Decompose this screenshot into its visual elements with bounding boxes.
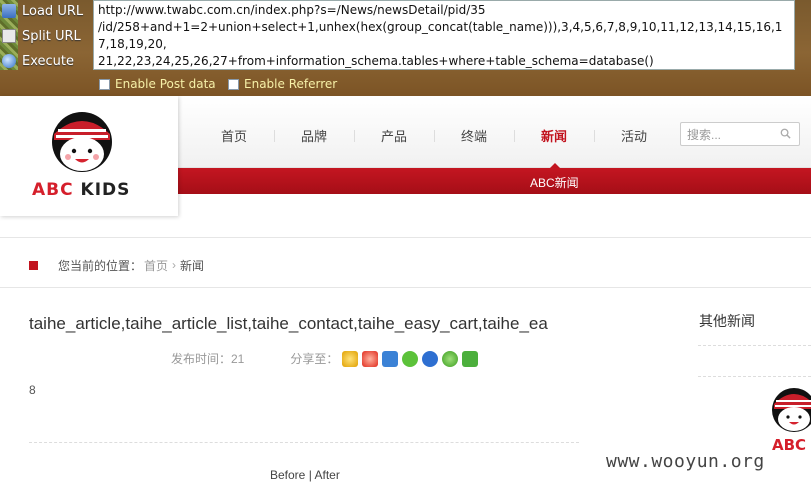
breadcrumb-home-link[interactable]: 首页 [144,257,168,274]
split-url-button[interactable]: Split URL [0,25,92,47]
breadcrumb-marker-icon [29,260,38,270]
checkbox-box [99,78,110,90]
sidebar-mascot-icon: ABC [772,388,811,454]
weibo-share-icon[interactable] [362,350,379,367]
wechat-share-icon[interactable] [402,350,419,367]
sidebar-title: 其他新闻 [699,313,755,329]
search-input[interactable]: 搜索... [680,122,800,146]
breadcrumb-current: 新闻 [180,258,205,273]
hackbar-toolbar: Load URL Split URL Execute http://www.tw… [0,0,811,96]
enable-post-label: Enable Post data [115,77,216,91]
load-url-label: Load URL [22,3,84,19]
nav-separator [354,130,355,142]
logo-wordmark: ABC KIDS [32,180,130,200]
split-url-label: Split URL [22,28,81,44]
execute-label: Execute [22,53,74,69]
tencent-weibo-share-icon[interactable] [382,350,399,367]
site-header: ABC KIDS 首页 品牌 产品 终端 新闻 活动 搜索... ABC新闻 [0,96,811,216]
nav-item-products[interactable]: 产品 [364,126,424,145]
qzone-share-icon[interactable] [342,350,359,367]
nav-item-home[interactable]: 首页 [204,126,264,145]
nav-item-events[interactable]: 活动 [604,126,664,145]
pager-before-link[interactable]: Before [270,468,305,482]
pager: Before | After [270,468,340,482]
load-url-icon [2,4,16,18]
url-textarea[interactable]: http://www.twabc.com.cn/index.php?s=/New… [93,0,795,70]
logo-abc: ABC [32,180,74,200]
article-body: 8 [29,383,36,397]
article-divider [29,442,579,443]
sidebar-divider [698,376,811,377]
share-label: 分享至： [290,352,339,366]
nav-separator [434,130,435,142]
more-share-icon[interactable] [462,350,479,367]
checkbox-box [228,78,239,90]
sidebar-divider [698,345,811,346]
enable-referrer-label: Enable Referrer [244,77,338,91]
nav-separator [274,130,275,142]
share-buttons [342,350,479,367]
execute-button[interactable]: Execute [0,50,92,72]
execute-icon [2,54,16,68]
enable-post-checkbox[interactable]: Enable Post data [99,75,216,93]
load-url-button[interactable]: Load URL [0,0,92,22]
page: Load URL Split URL Execute http://www.tw… [0,0,811,490]
logo-mascot-icon [52,112,112,172]
site-logo[interactable]: ABC KIDS [0,96,178,216]
breadcrumb-divider [0,287,811,288]
search-placeholder: 搜索... [687,127,722,142]
split-url-icon [2,29,16,43]
article-title: taihe_article,taihe_article_list,taihe_c… [29,314,548,333]
sub-nav-bar: ABC新闻 [178,168,811,194]
svg-text:ABC: ABC [772,436,806,454]
article-meta: 发布时间：21 分享至： [171,350,479,367]
publish-time: 发布时间：21 [171,352,245,366]
breadcrumb: 您当前的位置： 首页 › 新闻 [29,257,204,273]
kaixin-share-icon[interactable] [442,350,459,367]
enable-referrer-checkbox[interactable]: Enable Referrer [228,75,337,93]
nav-item-stores[interactable]: 终端 [444,126,504,145]
nav-item-news[interactable]: 新闻 [524,126,584,145]
subnav-item-abc-news[interactable]: ABC新闻 [530,174,579,191]
search-icon[interactable] [780,128,791,139]
logo-kids: KIDS [80,180,131,200]
breadcrumb-prefix: 您当前的位置： [58,258,143,273]
watermark: www.wooyun.org [606,451,765,472]
nav-item-brand[interactable]: 品牌 [284,126,344,145]
renren-share-icon[interactable] [422,350,439,367]
nav-separator [594,130,595,142]
breadcrumb-arrow-icon: › [172,258,177,272]
header-divider [0,237,811,238]
pager-after-link[interactable]: After [314,468,339,482]
nav-separator [514,130,515,142]
